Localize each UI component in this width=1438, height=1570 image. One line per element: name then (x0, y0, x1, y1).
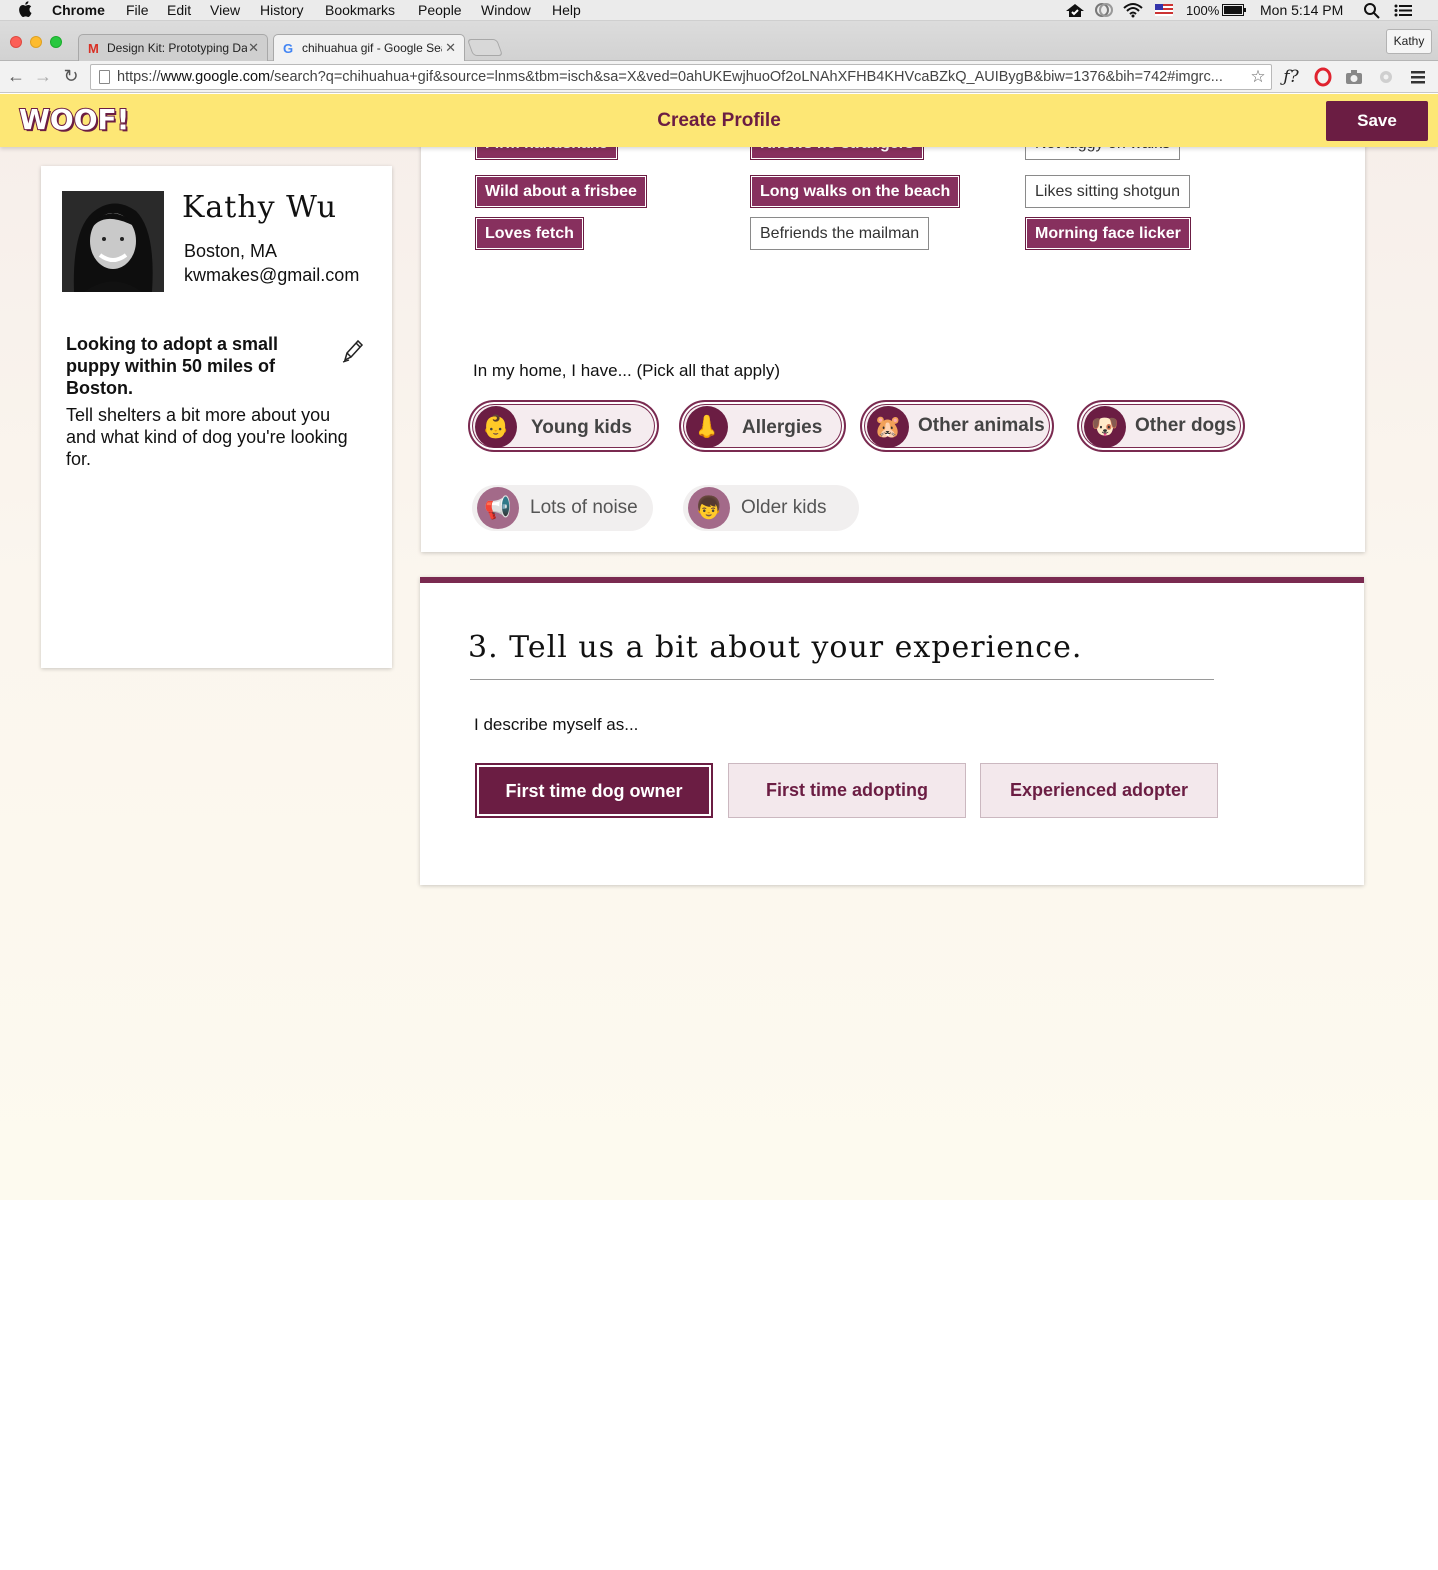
back-icon[interactable]: ← (6, 66, 26, 86)
browser-toolbar: ← → ↻ https://www.google.com/search?q=ch… (0, 61, 1438, 93)
google-icon: G (283, 41, 294, 56)
home-preferences-card: Firm handshake Knows no strangers Not tu… (421, 127, 1365, 552)
reload-icon[interactable]: ↻ (61, 66, 81, 86)
tab-close-icon[interactable]: ✕ (248, 40, 259, 56)
experience-question: I describe myself as... (474, 715, 639, 734)
home-option-label: Other animals (918, 415, 1045, 436)
profile-email: kwmakes@gmail.com (184, 265, 360, 285)
megaphone-icon: 📢 (477, 487, 519, 529)
trait-likes-sitting-shotgun[interactable]: Likes sitting shotgun (1025, 175, 1190, 208)
menu-bookmarks[interactable]: Bookmarks (325, 2, 395, 18)
home-option-label: Lots of noise (530, 497, 638, 518)
home-option-other-animals[interactable]: 🐹 Other animals (860, 400, 1054, 452)
page-title: Create Profile (657, 110, 781, 131)
experience-first-time-adopting[interactable]: First time adopting (728, 763, 966, 818)
menu-window[interactable]: Window (481, 2, 531, 18)
app-header: WOOF! Create Profile Save (0, 94, 1438, 147)
edit-pencil-icon[interactable] (341, 338, 365, 364)
chrome-menu-icon[interactable] (1408, 67, 1428, 87)
wifi-icon[interactable] (1123, 2, 1143, 18)
menu-history[interactable]: History (260, 2, 304, 18)
tab-close-icon[interactable]: ✕ (445, 40, 456, 56)
woof-app: Firm handshake Knows no strangers Not tu… (0, 94, 1438, 1200)
avatar (62, 191, 164, 292)
window-zoom-button[interactable] (50, 36, 62, 48)
sync-status-icon[interactable] (1094, 3, 1114, 17)
battery-percent: 100% (1186, 3, 1220, 18)
window-close-button[interactable] (10, 36, 22, 48)
url-path: /search?q=chihuahua+gif&source=lnms&tbm=… (270, 69, 1223, 85)
home-option-label: Older kids (741, 497, 827, 518)
home-option-lots-of-noise[interactable]: 📢 Lots of noise (472, 485, 653, 531)
menu-edit[interactable]: Edit (167, 2, 191, 18)
experience-card: 3. Tell us a bit about your experience. … (420, 577, 1364, 885)
profile-name: Kathy Wu (182, 190, 338, 225)
battery-icon[interactable] (1222, 4, 1246, 16)
trait-wild-about-a-frisbee[interactable]: Wild about a frisbee (475, 175, 647, 208)
forward-icon[interactable]: → (33, 66, 53, 86)
home-option-label: Young kids (531, 417, 632, 438)
experience-first-time-dog-owner[interactable]: First time dog owner (475, 763, 713, 818)
save-button[interactable]: Save (1326, 101, 1428, 141)
trait-loves-fetch[interactable]: Loves fetch (475, 217, 584, 250)
home-status-icon[interactable] (1064, 2, 1086, 18)
font-finder-icon[interactable]: ƒ? (1281, 67, 1301, 87)
address-bar[interactable]: https://www.google.com/search?q=chihuahu… (90, 64, 1272, 90)
opera-extension-icon[interactable] (1313, 67, 1333, 87)
adoption-goal: Looking to adopt a small puppy within 50… (66, 334, 279, 398)
gmail-icon: M (88, 41, 99, 56)
trait-befriends-the-mailman[interactable]: Befriends the mailman (750, 217, 930, 250)
profile-description[interactable]: Tell shelters a bit more about you and w… (66, 404, 356, 470)
url-prefix: https:// (117, 69, 161, 85)
hamster-icon: 🐹 (867, 406, 909, 448)
home-option-allergies[interactable]: 👃 Allergies (679, 400, 846, 452)
menu-help[interactable]: Help (552, 2, 581, 18)
tab-design-kit[interactable]: M Design Kit: Prototyping Da ✕ (78, 34, 268, 61)
home-option-older-kids[interactable]: 👦 Older kids (683, 485, 859, 531)
mac-menubar: Chrome File Edit View History Bookmarks … (0, 0, 1438, 21)
home-option-young-kids[interactable]: 👶 Young kids (468, 400, 659, 452)
tab-title: Design Kit: Prototyping Da (107, 41, 247, 55)
home-option-label: Allergies (742, 417, 823, 438)
nose-icon: 👃 (686, 406, 728, 448)
profile-card: Kathy Wu Boston, MA kwmakes@gmail.com Lo… (41, 166, 392, 668)
section-divider (470, 679, 1214, 680)
camera-icon[interactable] (1344, 67, 1364, 87)
boy-icon: 👦 (688, 487, 730, 529)
notification-center-icon[interactable] (1394, 4, 1412, 17)
bookmark-star-icon[interactable]: ☆ (1248, 67, 1268, 87)
new-tab-button[interactable] (466, 39, 504, 56)
profile-button[interactable]: Kathy (1386, 29, 1432, 54)
page-icon (99, 70, 110, 84)
trait-morning-face-licker[interactable]: Morning face licker (1025, 217, 1191, 250)
url-domain: www.google.com (160, 69, 271, 85)
apple-icon[interactable] (18, 1, 32, 17)
window-minimize-button[interactable] (30, 36, 42, 48)
home-option-other-dogs[interactable]: 🐶 Other dogs (1077, 400, 1245, 452)
menu-app-name[interactable]: Chrome (52, 2, 105, 18)
menu-view[interactable]: View (210, 2, 240, 18)
spotlight-search-icon[interactable] (1364, 3, 1380, 19)
menu-people[interactable]: People (418, 2, 462, 18)
us-flag-icon[interactable] (1155, 4, 1173, 16)
experience-experienced-adopter[interactable]: Experienced adopter (980, 763, 1218, 818)
trait-long-walks-on-the-beach[interactable]: Long walks on the beach (750, 175, 961, 208)
menu-file[interactable]: File (126, 2, 149, 18)
baby-icon: 👶 (475, 406, 517, 448)
tab-chihuahua-gif[interactable]: G chihuahua gif - Google Sea ✕ (273, 34, 465, 62)
clock[interactable]: Mon 5:14 PM (1260, 2, 1343, 18)
home-question: In my home, I have... (Pick all that app… (473, 361, 781, 380)
dog-face-icon: 🐶 (1084, 406, 1126, 448)
home-option-label: Other dogs (1135, 415, 1237, 436)
section-title: 3. Tell us a bit about your experience. (468, 630, 1083, 665)
tab-title: chihuahua gif - Google Sea (302, 41, 442, 55)
settings-gear-icon[interactable] (1376, 67, 1396, 87)
profile-location: Boston, MA (184, 241, 278, 261)
